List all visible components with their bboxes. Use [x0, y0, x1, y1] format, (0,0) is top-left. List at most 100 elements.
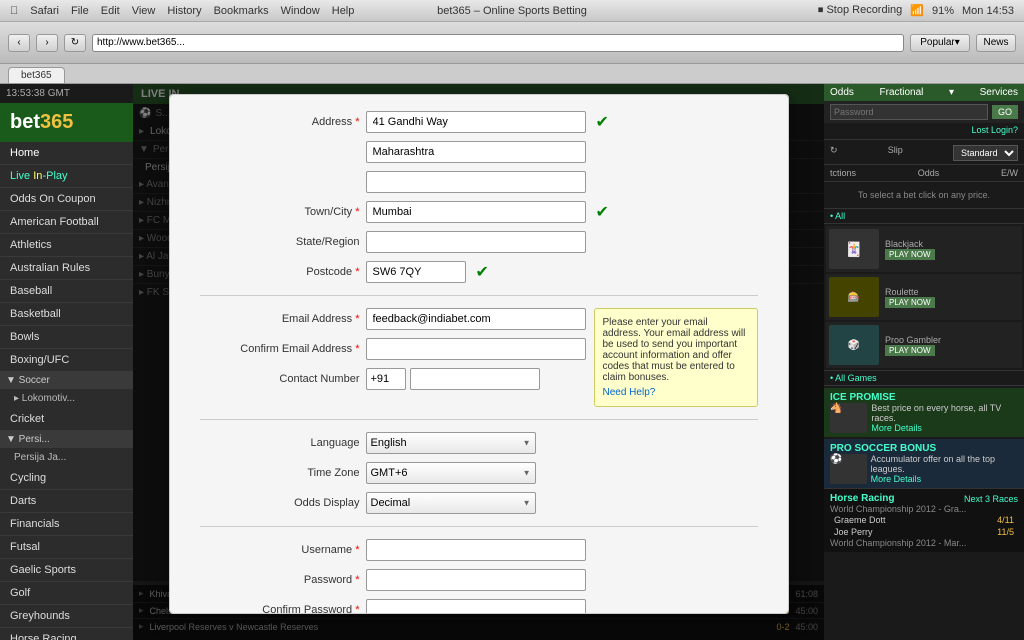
username-input[interactable] [366, 539, 586, 561]
tab-bet365[interactable]: bet365 [8, 67, 65, 83]
postcode-input[interactable] [366, 261, 466, 283]
contact-inputs [366, 368, 540, 390]
email-fields: Email Address Confirm Email Address Cont… [200, 308, 586, 407]
need-help-link[interactable]: Need Help? [603, 387, 749, 398]
wc-match-1[interactable]: World Championship 2012 - Gra... [830, 504, 1018, 514]
forward-button[interactable]: › [36, 34, 58, 52]
sidebar-item-athletics[interactable]: Athletics [0, 234, 133, 257]
timezone-row: Time Zone GMT+6 GMT+5:30 [200, 462, 758, 484]
confirm-password-input[interactable] [366, 599, 586, 614]
stop-recording[interactable]: ⏹ Stop Recording [818, 4, 902, 17]
blackjack-label: Blackjack [885, 239, 935, 249]
soccer-bonus-more-details[interactable]: More Details [871, 474, 1018, 484]
fractional-label[interactable]: Fractional [880, 87, 924, 98]
sidebar-item-golf[interactable]: Golf [0, 582, 133, 605]
popular-button[interactable]: Popular▾ [910, 34, 970, 52]
sidebar-item-gaelic-sports[interactable]: Gaelic Sports [0, 559, 133, 582]
soccer-bonus-content: ⚽ Accumulator offer on all the top leagu… [830, 454, 1018, 484]
select-all-link[interactable]: • All [824, 209, 1024, 224]
bookmarks-menu[interactable]: Bookmarks [214, 5, 269, 17]
browser-chrome: ‹ › ↻ Popular▾ News [0, 22, 1024, 64]
sidebar-item-baseball[interactable]: Baseball [0, 280, 133, 303]
town-input[interactable] [366, 201, 586, 223]
username-label: Username [200, 544, 360, 556]
confirm-email-input[interactable] [366, 338, 586, 360]
history-menu[interactable]: History [167, 5, 201, 17]
email-input[interactable] [366, 308, 586, 330]
password-input[interactable] [366, 569, 586, 591]
apple-menu[interactable]:  [10, 5, 18, 17]
sidebar-item-greyhounds[interactable]: Greyhounds [0, 605, 133, 628]
sidebar-time: 13:53:38 GMT [0, 84, 133, 103]
bet-slip-header: ↻ Slip Standard [824, 142, 1024, 165]
password-input-panel[interactable] [830, 104, 988, 120]
url-bar[interactable] [92, 34, 904, 52]
sidebar-sub-persija[interactable]: Persija Ja... [0, 448, 133, 467]
odds-label: Odds [830, 87, 854, 98]
sidebar-item-bowls[interactable]: Bowls [0, 326, 133, 349]
contact-number-input[interactable] [410, 368, 540, 390]
help-menu[interactable]: Help [332, 5, 355, 17]
price-promise-image: 🐴 [830, 403, 867, 433]
file-menu[interactable]: File [71, 5, 89, 17]
safari-menu[interactable]: Safari [30, 5, 59, 17]
odds-col-label: Odds [918, 168, 940, 178]
sidebar-item-live[interactable]: Live In-Play [0, 165, 133, 188]
sidebar-item-horse-racing[interactable]: Horse Racing [0, 628, 133, 640]
price-promise-title: ICE PROMISE [830, 392, 1018, 403]
view-menu[interactable]: View [132, 5, 156, 17]
mac-menu[interactable]:  Safari File Edit View History Bookmark… [10, 5, 354, 17]
address3-input[interactable] [366, 171, 586, 193]
tab-bar: bet365 [0, 64, 1024, 84]
sidebar-item-darts[interactable]: Darts [0, 490, 133, 513]
window-menu[interactable]: Window [281, 5, 320, 17]
contact-prefix-input[interactable] [366, 368, 406, 390]
timezone-label: Time Zone [200, 467, 360, 479]
sidebar-sub-lokomotiv[interactable]: ▸ Lokomotiv... [0, 389, 133, 408]
joe-perry-row[interactable]: Joe Perry 11/5 [830, 526, 1018, 538]
next-races-label: Next 3 Races [964, 494, 1018, 504]
sidebar-item-cycling[interactable]: Cycling [0, 467, 133, 490]
bet-slip-refresh-icon[interactable]: ↻ [830, 145, 838, 161]
lost-login-link[interactable]: Lost Login? [824, 123, 1024, 137]
odds-display-select[interactable]: Decimal Fractional [366, 492, 536, 514]
sidebar-item-futsal[interactable]: Futsal [0, 536, 133, 559]
soccer-expand-icon[interactable]: ▼ [6, 375, 16, 386]
sidebar-soccer-section: ▼ Soccer [0, 372, 133, 389]
blackjack-play-button[interactable]: PLAY NOW [885, 249, 935, 260]
news-button[interactable]: News [976, 34, 1016, 52]
roulette-game: 🎰 Roulette PLAY NOW [826, 274, 1022, 320]
sidebar-item-home[interactable]: Home [0, 142, 133, 165]
graeme-dott-name: Graeme Dott [834, 515, 886, 525]
services-label[interactable]: Services [980, 87, 1018, 98]
wc-match-2[interactable]: World Championship 2012 - Mar... [830, 538, 1018, 548]
sidebar-persi-section: ▼ Persi... [0, 431, 133, 448]
roulette-play-button[interactable]: PLAY NOW [885, 297, 935, 308]
sidebar-item-financials[interactable]: Financials [0, 513, 133, 536]
sidebar-item-basketball[interactable]: Basketball [0, 303, 133, 326]
joe-perry-odds: 11/5 [997, 527, 1014, 537]
sidebar-item-american-football[interactable]: American Football [0, 211, 133, 234]
persi-expand[interactable]: ▼ [6, 434, 16, 445]
edit-menu[interactable]: Edit [101, 5, 120, 17]
reload-button[interactable]: ↻ [64, 34, 86, 52]
sidebar-item-odds-on-coupon[interactable]: Odds On Coupon [0, 188, 133, 211]
sidebar-item-boxing[interactable]: Boxing/UFC [0, 349, 133, 372]
price-promise-more-details[interactable]: More Details [871, 423, 1018, 433]
language-select[interactable]: English Hindi [366, 432, 536, 454]
sidebar-item-cricket[interactable]: Cricket [0, 408, 133, 431]
back-button[interactable]: ‹ [8, 34, 30, 52]
state-input[interactable] [366, 231, 586, 253]
go-button[interactable]: GO [992, 105, 1018, 119]
confirm-email-label: Confirm Email Address [200, 343, 360, 355]
timezone-select[interactable]: GMT+6 GMT+5:30 [366, 462, 536, 484]
address2-input[interactable] [366, 141, 586, 163]
joe-perry-name: Joe Perry [834, 527, 873, 537]
all-games-link[interactable]: • All Games [824, 370, 1024, 386]
address-input[interactable] [366, 111, 586, 133]
gambler-play-button[interactable]: PLAY NOW [885, 345, 935, 356]
sidebar-item-australian-rules[interactable]: Australian Rules [0, 257, 133, 280]
bet-slip-dropdown[interactable]: Standard [953, 145, 1018, 161]
graeme-dott-row[interactable]: Graeme Dott 4/11 [830, 514, 1018, 526]
chevron-icon[interactable]: ▾ [949, 87, 954, 98]
